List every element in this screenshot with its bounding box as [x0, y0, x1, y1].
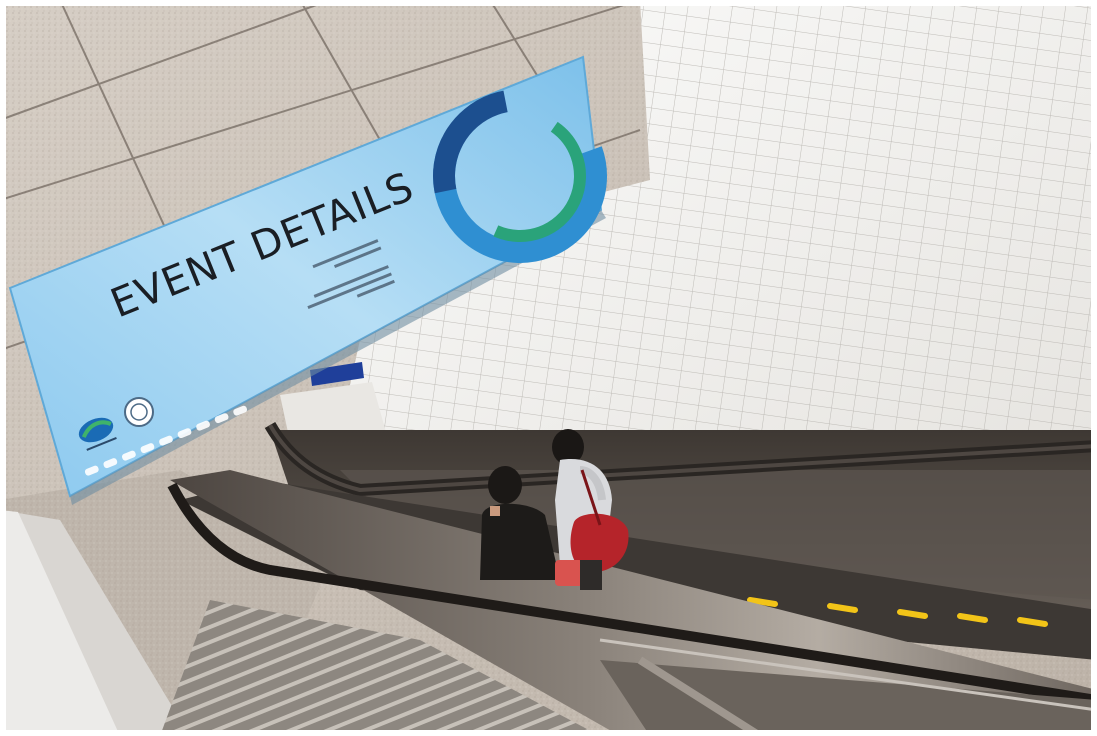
circular-seal-icon [124, 397, 154, 427]
subway-escalator-photo: EVENT DETAILS [0, 0, 1097, 736]
photo-illustration: EVENT DETAILS [0, 0, 1097, 736]
